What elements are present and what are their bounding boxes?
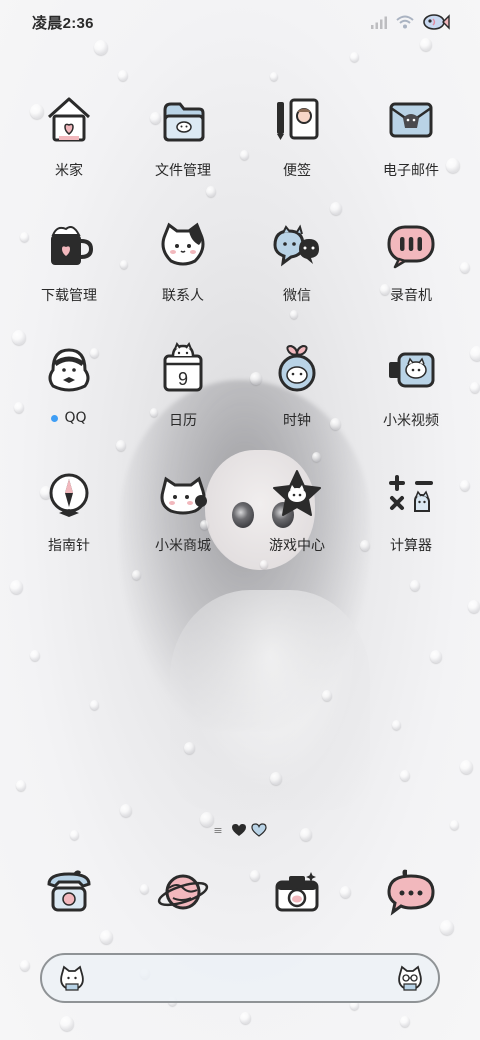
dock-phone[interactable] bbox=[12, 860, 126, 930]
envelope-icon bbox=[379, 88, 443, 152]
raindrop bbox=[30, 650, 40, 661]
app-calculator[interactable]: 计算器 bbox=[354, 463, 468, 588]
app-label-text: QQ bbox=[64, 410, 87, 426]
raindrop bbox=[468, 600, 480, 613]
calendar-icon: 9 bbox=[151, 338, 215, 402]
app-label: 文件管理 bbox=[155, 163, 211, 179]
raindrop bbox=[16, 780, 26, 791]
app-label: 计算器 bbox=[390, 538, 432, 554]
app-email[interactable]: 电子邮件 bbox=[354, 88, 468, 213]
fish-icon bbox=[423, 14, 450, 30]
app-label: 联系人 bbox=[162, 288, 204, 304]
raindrop bbox=[118, 70, 128, 81]
app-mi-store[interactable]: 小米商城 bbox=[126, 463, 240, 588]
app-downloads[interactable]: 下载管理 bbox=[12, 213, 126, 338]
raindrop bbox=[322, 690, 332, 701]
dock bbox=[12, 860, 468, 930]
app-clock[interactable]: 时钟 bbox=[240, 338, 354, 463]
status-bar: 凌晨2:36 bbox=[0, 0, 480, 44]
calculator-icon bbox=[379, 463, 443, 527]
app-label: 指南针 bbox=[48, 538, 90, 554]
raindrop bbox=[350, 52, 359, 62]
dock-camera[interactable] bbox=[240, 860, 354, 930]
mug-download-icon bbox=[37, 213, 101, 277]
raindrop bbox=[430, 650, 442, 663]
wifi-icon bbox=[396, 15, 414, 29]
raindrop bbox=[400, 770, 410, 781]
dock-browser[interactable] bbox=[126, 860, 240, 930]
search-bar[interactable] bbox=[40, 953, 440, 1003]
alarm-clock-icon bbox=[265, 338, 329, 402]
mascot-cat-icon bbox=[60, 965, 84, 991]
app-label: 录音机 bbox=[390, 288, 432, 304]
calendar-day: 9 bbox=[178, 369, 188, 389]
house-icon bbox=[37, 88, 101, 152]
raindrop bbox=[184, 742, 195, 754]
app-wechat[interactable]: 微信 bbox=[240, 213, 354, 338]
dock-messages[interactable] bbox=[354, 860, 468, 930]
chat-bubbles-icon bbox=[265, 213, 329, 277]
compass-icon bbox=[37, 463, 101, 527]
app-label: 米家 bbox=[55, 163, 83, 179]
camera-icon bbox=[265, 860, 329, 924]
app-label: 微信 bbox=[283, 288, 311, 304]
message-bubble-icon bbox=[379, 860, 443, 924]
recorder-bubble-icon bbox=[379, 213, 443, 277]
signal-icon bbox=[371, 16, 387, 29]
planet-browser-icon bbox=[151, 860, 215, 924]
app-label: 小米商城 bbox=[155, 538, 211, 554]
wallpaper-figure-body bbox=[170, 590, 370, 810]
raindrop bbox=[20, 960, 30, 971]
app-notes[interactable]: 便签 bbox=[240, 88, 354, 213]
video-camera-icon bbox=[379, 338, 443, 402]
raindrop bbox=[270, 772, 282, 785]
app-label: 便签 bbox=[283, 163, 311, 179]
raindrop bbox=[240, 1012, 251, 1024]
cat-shop-icon bbox=[151, 463, 215, 527]
heart-filled-icon bbox=[231, 824, 246, 836]
app-contacts[interactable]: 联系人 bbox=[126, 213, 240, 338]
app-label: 游戏中心 bbox=[269, 538, 325, 554]
raindrop bbox=[470, 382, 480, 393]
app-compass[interactable]: 指南针 bbox=[12, 463, 126, 588]
app-calendar[interactable]: 9 日历 bbox=[126, 338, 240, 463]
telephone-icon bbox=[37, 860, 101, 924]
raindrop bbox=[100, 930, 113, 944]
raindrop bbox=[470, 346, 480, 361]
raindrop bbox=[90, 700, 99, 710]
app-label: 下载管理 bbox=[41, 288, 97, 304]
status-time: 凌晨2:36 bbox=[32, 14, 94, 32]
star-game-icon bbox=[265, 463, 329, 527]
app-label: 电子邮件 bbox=[383, 163, 439, 179]
raindrop bbox=[120, 804, 132, 817]
raindrop bbox=[60, 1016, 74, 1031]
raindrop bbox=[400, 1016, 410, 1027]
penguin-icon bbox=[37, 338, 101, 402]
app-label: QQ bbox=[51, 410, 87, 426]
app-recorder[interactable]: 录音机 bbox=[354, 213, 468, 338]
app-grid: 米家 文件管理 便签 电子邮件 下载管理 联系人 微信 录音机 QQ 9 日历 … bbox=[12, 88, 468, 588]
app-qq[interactable]: QQ bbox=[12, 338, 126, 463]
folder-icon bbox=[151, 88, 215, 152]
raindrop bbox=[270, 72, 278, 81]
app-file-manager[interactable]: 文件管理 bbox=[126, 88, 240, 213]
app-mi-video[interactable]: 小米视频 bbox=[354, 338, 468, 463]
app-mijia[interactable]: 米家 bbox=[12, 88, 126, 213]
heart-outline-icon bbox=[251, 823, 267, 837]
page-indicator-lines: ≡ bbox=[213, 823, 223, 837]
raindrop bbox=[392, 720, 401, 730]
mascot-glasses-icon[interactable] bbox=[394, 962, 426, 994]
app-label: 时钟 bbox=[283, 413, 311, 429]
cat-contact-icon bbox=[151, 213, 215, 277]
notification-dot bbox=[51, 414, 59, 422]
page-indicator[interactable]: ≡ bbox=[0, 820, 480, 840]
notebook-pencil-icon bbox=[265, 88, 329, 152]
raindrop bbox=[460, 760, 473, 774]
app-game-center[interactable]: 游戏中心 bbox=[240, 463, 354, 588]
app-label: 小米视频 bbox=[383, 413, 439, 429]
app-label: 日历 bbox=[169, 413, 197, 429]
